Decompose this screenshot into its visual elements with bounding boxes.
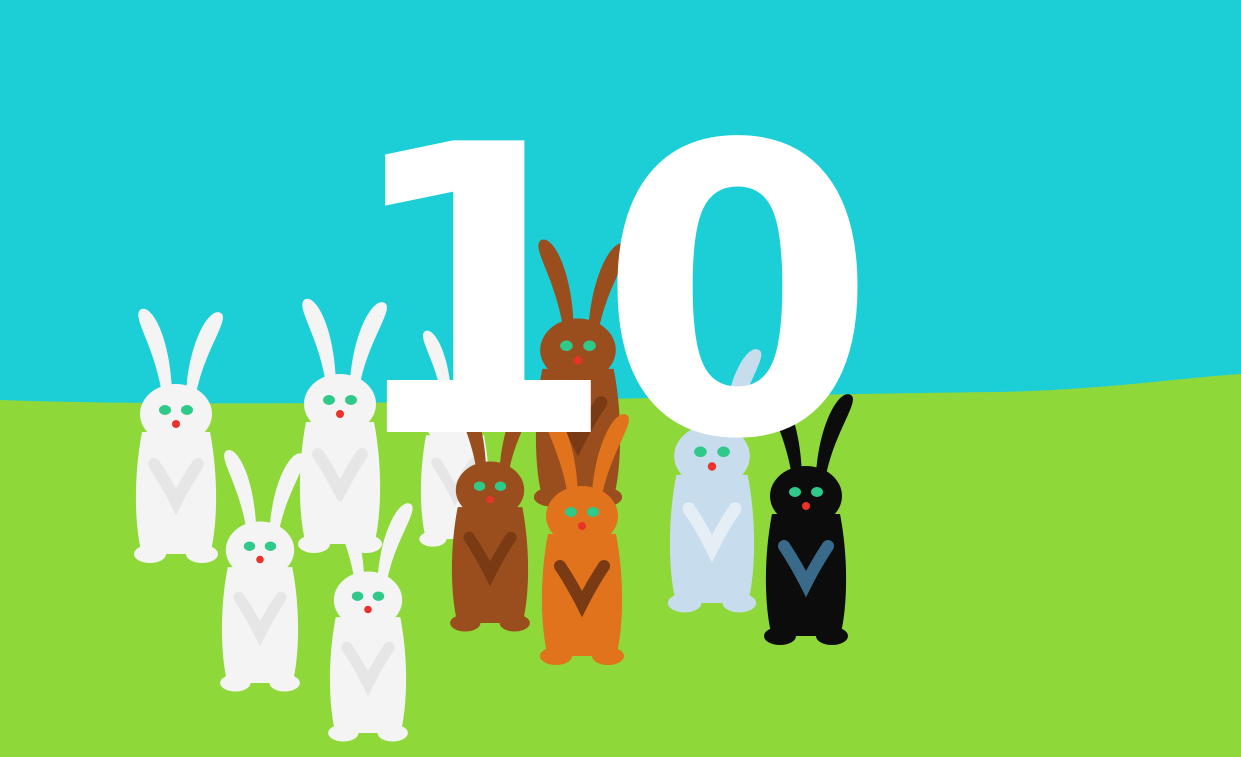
scene-artwork: [0, 0, 1241, 757]
painted-scene: 10: [0, 0, 1241, 757]
sky: [0, 0, 1241, 410]
